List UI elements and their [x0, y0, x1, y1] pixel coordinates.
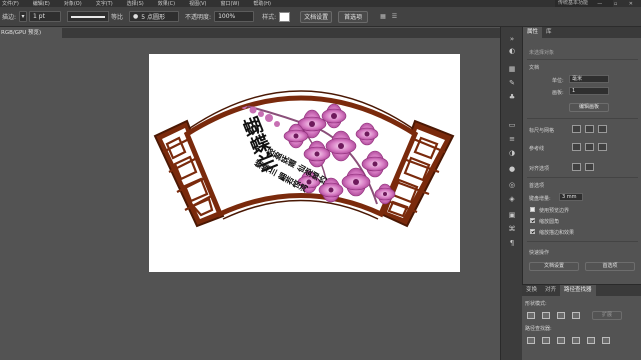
quick-actions-label: 快速操作: [529, 250, 550, 256]
scale-strokes-label: 缩放描边和效果: [539, 230, 575, 236]
style-label: 样式:: [262, 14, 277, 21]
transparency-grid-icon[interactable]: [598, 125, 607, 133]
stroke-label: 描边:: [2, 14, 17, 21]
minus-back-icon[interactable]: [602, 337, 610, 344]
chevron-down-icon[interactable]: ▾: [19, 11, 28, 22]
no-selection-label: 未选择对象: [529, 50, 555, 56]
expand-button[interactable]: 扩展: [592, 311, 622, 320]
divider: [527, 59, 638, 60]
shape-modes-label: 形状模式:: [525, 301, 547, 307]
quick-doc-setup-button[interactable]: 文档设置: [529, 262, 579, 271]
arrange-icon[interactable]: ▦: [380, 13, 386, 20]
use-preview-bounds-checkbox[interactable]: [530, 207, 535, 212]
tab-libraries[interactable]: 库: [542, 27, 556, 38]
symbols-icon[interactable]: ♣: [507, 93, 517, 101]
panel-icon-strip: » ◐ ▦ ✎ ♣ ▭ ≡ ◑ ● ◎ ◈ ▣ ⌘ ¶: [500, 27, 522, 360]
outline-icon[interactable]: [587, 337, 595, 344]
artboards-icon[interactable]: ▣: [507, 211, 517, 219]
tab-align[interactable]: 对齐: [541, 285, 560, 296]
pathfinder-tabs: 变换 对齐 路径查找器: [522, 285, 641, 296]
unite-icon[interactable]: [527, 312, 535, 319]
stroke-line-preview[interactable]: [67, 11, 110, 22]
menu-select[interactable]: 选择(S): [127, 0, 144, 7]
brush-definition-label: 5 点圆形: [141, 14, 166, 21]
edit-artboard-button[interactable]: 编辑画板: [569, 103, 609, 112]
brush-definition-field[interactable]: ● 5 点圆形: [129, 11, 180, 22]
doc-setup-button[interactable]: 文档设置: [300, 10, 333, 23]
menu-type[interactable]: 文字(T): [96, 0, 113, 7]
crop-icon[interactable]: [572, 337, 580, 344]
menu-file[interactable]: 文件(F): [2, 0, 19, 7]
menu-bar: 文件(F) 编辑(E) 对象(O) 文字(T) 选择(S) 效果(C) 视图(V…: [0, 0, 641, 7]
menu-object[interactable]: 对象(O): [64, 0, 82, 7]
snap-to-point-icon[interactable]: [572, 163, 581, 171]
snap-to-pixel-icon[interactable]: [585, 163, 594, 171]
divider: [527, 177, 638, 178]
preferences-button[interactable]: 首选项: [338, 10, 369, 23]
artboard-label: 画板:: [552, 90, 564, 96]
stroke-profile-label[interactable]: 等比: [111, 12, 123, 21]
merge-icon[interactable]: [557, 337, 565, 344]
menu-window[interactable]: 窗口(W): [220, 0, 239, 7]
arrow-icon[interactable]: »: [507, 35, 517, 43]
keyboard-increment-field[interactable]: 3 mm: [559, 193, 583, 201]
minus-front-icon[interactable]: [542, 312, 550, 319]
pathfinders-label: 路径查找器:: [525, 326, 552, 332]
scale-strokes-checkbox[interactable]: [530, 229, 535, 234]
keyboard-increment-label: 键盘增量:: [529, 196, 551, 202]
opacity-label: 不透明度:: [185, 14, 212, 21]
properties-tabs: 属性 库: [523, 27, 641, 38]
menu-effect[interactable]: 效果(C): [158, 0, 175, 7]
use-preview-bounds-label: 使用预览边界: [539, 208, 570, 214]
guides-label: 参考线: [529, 146, 545, 152]
swatches-icon[interactable]: ▦: [507, 65, 517, 73]
rulers-icon[interactable]: [572, 125, 581, 133]
stroke-weight-field[interactable]: 1 pt: [29, 11, 62, 22]
document-tab-bar: RGB/GPU 预览): [0, 28, 500, 38]
tab-pathfinder[interactable]: 路径查找器: [560, 285, 596, 296]
transparency-icon[interactable]: ◑: [507, 149, 517, 157]
control-bar: 描边: ▾ 1 pt 等比 ● 5 点圆形 不透明度: 100% 样式: 文档设…: [0, 7, 641, 27]
brushes-icon[interactable]: ✎: [507, 79, 517, 87]
character-icon[interactable]: ¶: [507, 239, 517, 247]
grid-icon[interactable]: [585, 125, 594, 133]
links-icon[interactable]: ⌘: [507, 225, 517, 233]
units-label: 单位:: [552, 78, 564, 84]
menu-view[interactable]: 视图(V): [189, 0, 206, 7]
divider: [527, 118, 638, 119]
menu-edit[interactable]: 编辑(E): [33, 0, 50, 7]
layers-icon[interactable]: ◈: [507, 195, 517, 203]
graphic-styles-icon[interactable]: ◎: [507, 181, 517, 189]
menu-help[interactable]: 帮助(H): [253, 0, 271, 7]
units-select[interactable]: 毫米: [569, 75, 609, 83]
scale-corners-checkbox[interactable]: [530, 218, 535, 223]
graphic-style-swatch[interactable]: [279, 11, 291, 22]
exclude-icon[interactable]: [572, 312, 580, 319]
document-section-label: 文档: [529, 65, 540, 71]
scale-corners-label: 缩放圆角: [539, 219, 560, 225]
show-guides-icon[interactable]: [572, 143, 581, 151]
preferences-section-label: 首选项: [529, 183, 545, 189]
opacity-field[interactable]: 100%: [214, 11, 255, 22]
artboard-select[interactable]: 1: [569, 87, 609, 95]
intersect-icon[interactable]: [557, 312, 565, 319]
quick-preferences-button[interactable]: 首选项: [585, 262, 635, 271]
gradient-icon[interactable]: ▭: [507, 121, 517, 129]
pathfinder-panel: 变换 对齐 路径查找器 形状模式: 扩展 路径查找器:: [522, 284, 641, 360]
artboard[interactable]: 蝴蝶兰 轻盈妩媚 仙姿绰约 蝴蝶兰 翩若惊鸿: [149, 54, 460, 272]
smart-guides-icon[interactable]: [598, 143, 607, 151]
document-tab[interactable]: RGB/GPU 预览): [0, 28, 62, 38]
align-options-label: 对齐选项: [529, 166, 550, 172]
rulers-grids-label: 标尺与网格: [529, 128, 555, 134]
stroke-icon[interactable]: ≡: [507, 135, 517, 143]
tab-transform[interactable]: 变换: [522, 285, 541, 296]
appearance-icon[interactable]: ●: [507, 165, 517, 173]
lock-guides-icon[interactable]: [585, 143, 594, 151]
trim-icon[interactable]: [542, 337, 550, 344]
divider: [527, 241, 638, 242]
tab-properties[interactable]: 属性: [523, 27, 543, 38]
divide-icon[interactable]: [527, 337, 535, 344]
color-icon[interactable]: ◐: [507, 47, 517, 55]
menu-icon[interactable]: ☰: [392, 13, 397, 20]
